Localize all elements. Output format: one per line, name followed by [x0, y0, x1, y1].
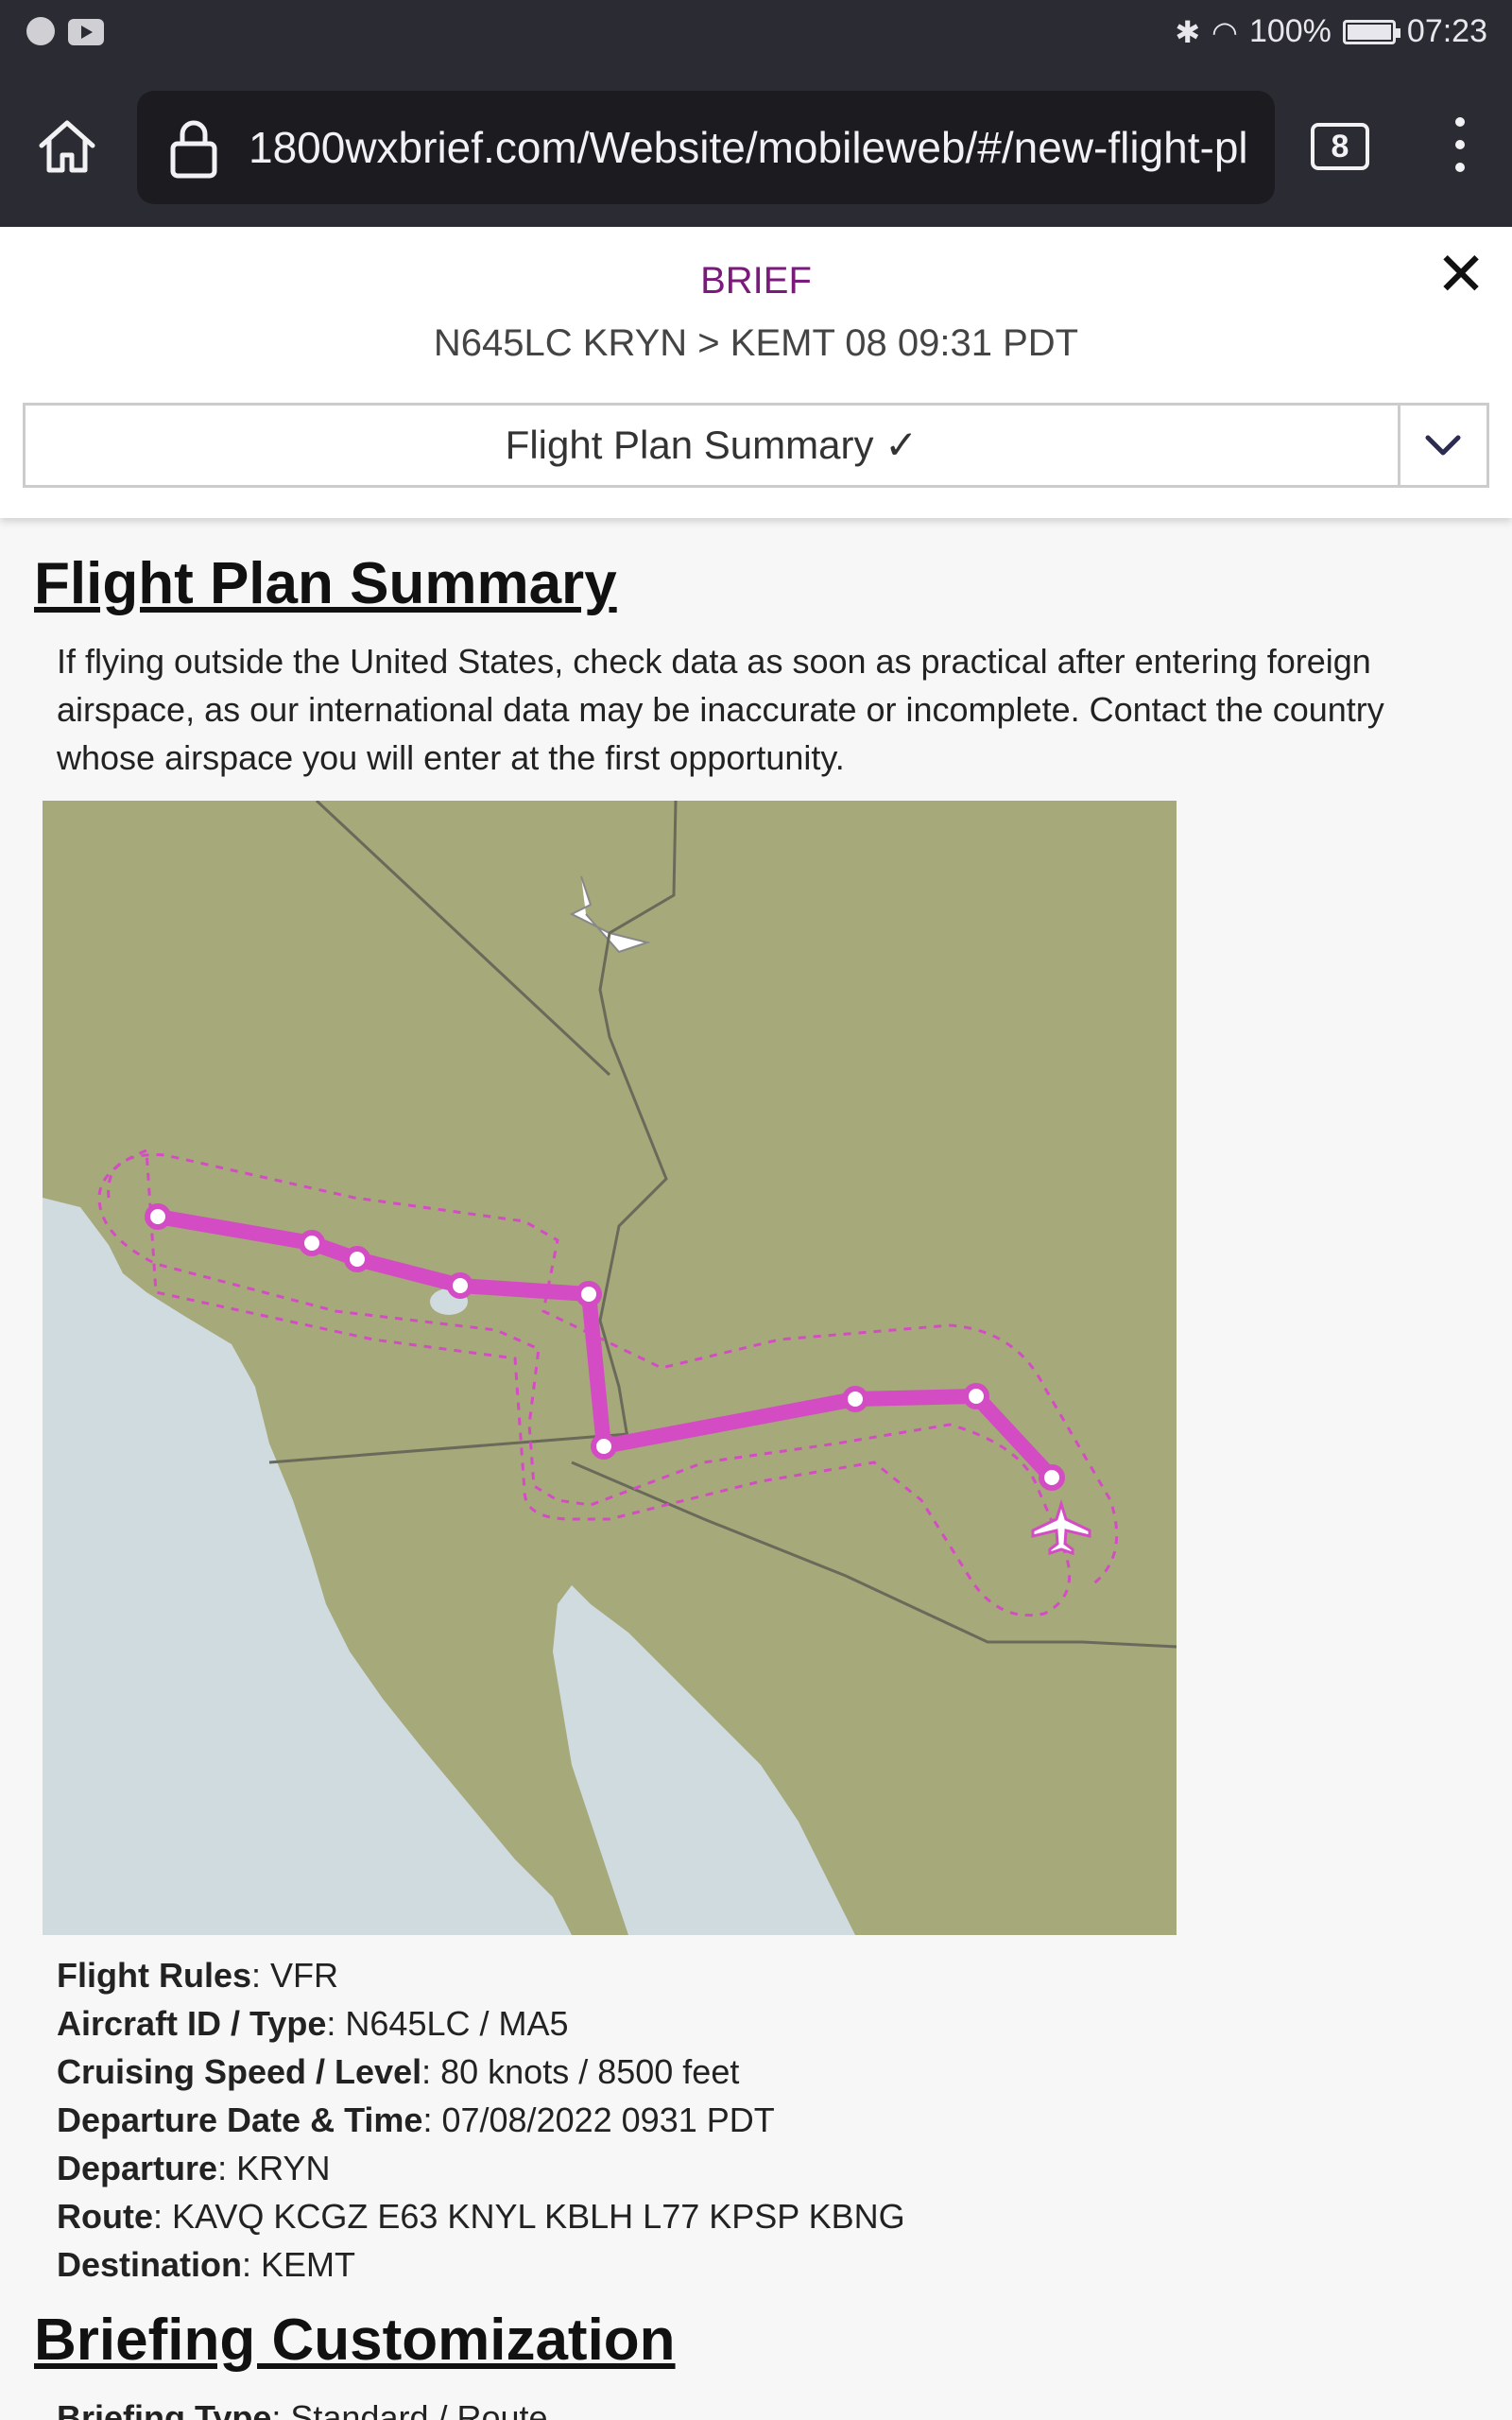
- section-heading-briefing: Briefing Customization: [34, 2308, 676, 2373]
- route-waypoint: [1039, 1464, 1065, 1491]
- detail-row: Departure: KRYN: [57, 2144, 1380, 2192]
- detail-row: Cruising Speed / Level: 80 knots / 8500 …: [57, 2048, 1380, 2096]
- detail-label: Aircraft ID / Type: [57, 2004, 327, 2043]
- route-waypoint: [591, 1433, 617, 1460]
- detail-label: Flight Rules: [57, 1956, 251, 1995]
- detail-row: Aircraft ID / Type: N645LC / MA5: [57, 1999, 1380, 2048]
- detail-label: Cruising Speed / Level: [57, 2052, 422, 2091]
- route-waypoint: [145, 1203, 171, 1230]
- briefing-type-row: Briefing Type: Standard / Route: [57, 2394, 548, 2420]
- route-waypoint: [299, 1230, 325, 1256]
- url-text[interactable]: 1800wxbrief.com/Website/mobileweb/#/new-…: [249, 119, 1250, 176]
- browser-menu-icon[interactable]: [1446, 117, 1474, 180]
- route-waypoint: [842, 1386, 868, 1412]
- wifi-icon: ◠: [1211, 14, 1238, 49]
- detail-value: : VFR: [251, 1956, 339, 1995]
- youtube-notification-icon: [68, 19, 104, 45]
- flight-subtitle: N645LC KRYN > KEMT 08 09:31 PDT: [433, 322, 1079, 364]
- detail-label: Destination: [57, 2245, 243, 2284]
- page-title: BRIEF: [700, 260, 812, 302]
- browser-toolbar: 1800wxbrief.com/Website/mobileweb/#/new-…: [0, 68, 1512, 227]
- route-waypoint: [576, 1281, 602, 1307]
- detail-value: : 07/08/2022 0931 PDT: [422, 2100, 775, 2139]
- bluetooth-icon: ✱: [1175, 14, 1201, 49]
- detail-row: Departure Date & Time: 07/08/2022 0931 P…: [57, 2096, 1380, 2144]
- route-waypoint: [447, 1272, 473, 1299]
- lock-icon: [170, 120, 217, 179]
- detail-label: Route: [57, 2197, 153, 2236]
- tab-switcher-button[interactable]: 8: [1311, 123, 1369, 170]
- detail-label: Departure: [57, 2149, 218, 2187]
- detail-value: : KAVQ KCGZ E63 KNYL KBLH L77 KPSP KBNG: [153, 2197, 905, 2236]
- status-bar: ✱ ◠ 100% 07:23: [0, 0, 1512, 68]
- home-icon[interactable]: [34, 113, 100, 180]
- battery-icon: [1342, 19, 1400, 44]
- briefing-type-value: : Standard / Route: [271, 2398, 548, 2420]
- route-waypoint: [344, 1246, 370, 1272]
- detail-label: Departure Date & Time: [57, 2100, 423, 2139]
- brief-header: BRIEF ✕ N645LC KRYN > KEMT 08 09:31 PDT …: [0, 227, 1512, 518]
- url-bar[interactable]: 1800wxbrief.com/Website/mobileweb/#/new-…: [137, 91, 1275, 204]
- briefing-type-label: Briefing Type: [57, 2398, 272, 2420]
- route-waypoint: [963, 1383, 989, 1409]
- close-icon[interactable]: ✕: [1435, 244, 1487, 304]
- section-select-value[interactable]: Flight Plan Summary ✓: [26, 406, 1398, 485]
- section-heading: Flight Plan Summary: [34, 551, 617, 616]
- intro-text: If flying outside the United States, che…: [57, 642, 1384, 777]
- detail-row: Route: KAVQ KCGZ E63 KNYL KBLH L77 KPSP …: [57, 2192, 1380, 2240]
- section-select[interactable]: Flight Plan Summary ✓: [23, 403, 1489, 488]
- clock: 07:23: [1406, 13, 1487, 49]
- detail-value: : N645LC / MA5: [326, 2004, 569, 2043]
- chevron-down-icon[interactable]: [1420, 424, 1466, 466]
- detail-value: : KRYN: [217, 2149, 331, 2187]
- detail-row: Flight Rules: VFR: [57, 1951, 1380, 1999]
- battery-percent: 100%: [1248, 13, 1332, 49]
- notification-app-icon: [26, 17, 55, 45]
- detail-row: Destination: KEMT: [57, 2240, 1380, 2289]
- detail-value: : 80 knots / 8500 feet: [421, 2052, 740, 2091]
- detail-value: : KEMT: [242, 2245, 356, 2284]
- route-map: [43, 801, 1177, 1935]
- map-island: [94, 1318, 124, 1333]
- select-divider: [1398, 406, 1400, 485]
- flight-details-list: Flight Rules: VFR Aircraft ID / Type: N64…: [57, 1951, 1380, 2289]
